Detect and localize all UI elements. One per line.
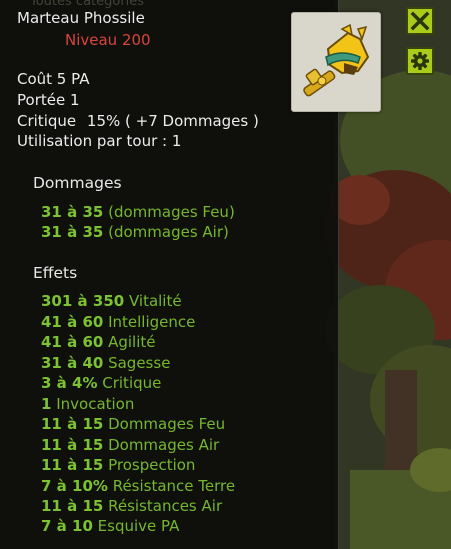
damage-label: (dommages Feu) xyxy=(103,203,235,221)
effect-line: 7 à 10% Résistance Terre xyxy=(41,477,235,495)
damage-line: 31 à 35 (dommages Air) xyxy=(41,223,229,241)
effect-label: Résistance Terre xyxy=(107,477,236,495)
effect-label: Critique xyxy=(97,374,162,392)
item-image-frame xyxy=(291,12,381,112)
effect-line: 1 Invocation xyxy=(41,395,134,413)
close-button[interactable] xyxy=(406,7,434,35)
effect-value: 41 à 60 xyxy=(41,313,104,331)
effect-line: 11 à 15 Dommages Air xyxy=(41,436,219,454)
item-name: Marteau Phossile xyxy=(17,9,145,27)
damage-value: 31 à 35 xyxy=(41,223,104,241)
stat-critical-value: 15% ( +7 Dommages ) xyxy=(86,112,259,130)
effect-value: 31 à 40 xyxy=(41,354,104,372)
stat-usage: Utilisation par tour : 1 xyxy=(17,132,182,150)
damage-value: 31 à 35 xyxy=(41,203,104,221)
effect-value: 3 à 4% xyxy=(41,374,98,392)
effect-value: 7 à 10 xyxy=(41,517,93,535)
effect-label: Sagesse xyxy=(103,354,171,372)
effect-label: Esquive PA xyxy=(92,517,180,535)
effect-label: Résistances Air xyxy=(103,497,223,515)
effect-value: 1 xyxy=(41,395,52,413)
effect-label: Invocation xyxy=(51,395,135,413)
stat-critical-label: Critique xyxy=(17,112,77,130)
effect-value: 11 à 15 xyxy=(41,497,104,515)
effect-value: 7 à 10% xyxy=(41,477,108,495)
damages-title: Dommages xyxy=(33,174,122,192)
damage-line: 31 à 35 (dommages Feu) xyxy=(41,203,235,221)
item-level: Niveau 200 xyxy=(65,31,151,49)
effect-label: Prospection xyxy=(103,456,196,474)
close-icon xyxy=(410,11,430,31)
effects-title: Effets xyxy=(33,264,78,282)
effect-line: 41 à 60 Intelligence xyxy=(41,313,195,331)
stat-critical: Critique 15% ( +7 Dommages ) xyxy=(17,112,259,130)
gear-icon xyxy=(411,52,429,70)
effect-value: 41 à 60 xyxy=(41,333,104,351)
effect-value: 301 à 350 xyxy=(41,292,125,310)
stat-cost: Coût 5 PA xyxy=(17,70,90,88)
effect-line: 11 à 15 Prospection xyxy=(41,456,195,474)
effect-line: 3 à 4% Critique xyxy=(41,374,161,392)
category-dropdown-ghost: Toutes catégories xyxy=(30,0,145,9)
effect-label: Dommages Air xyxy=(103,436,220,454)
effect-label: Dommages Feu xyxy=(103,415,226,433)
hammer-item-icon xyxy=(303,23,370,97)
effect-line: 11 à 15 Résistances Air xyxy=(41,497,222,515)
effect-label: Vitalité xyxy=(124,292,182,310)
effect-label: Agilité xyxy=(103,333,156,351)
effect-line: 41 à 60 Agilité xyxy=(41,333,156,351)
item-tooltip: Toutes catégories Marteau Phossile Nivea… xyxy=(0,0,339,549)
stat-range: Portée 1 xyxy=(17,91,80,109)
effect-value: 11 à 15 xyxy=(41,415,104,433)
effect-label: Intelligence xyxy=(103,313,196,331)
effect-value: 11 à 15 xyxy=(41,456,104,474)
effect-line: 301 à 350 Vitalité xyxy=(41,292,182,310)
settings-button[interactable] xyxy=(406,47,434,75)
effect-line: 11 à 15 Dommages Feu xyxy=(41,415,225,433)
effect-line: 31 à 40 Sagesse xyxy=(41,354,170,372)
effect-line: 7 à 10 Esquive PA xyxy=(41,517,179,535)
damage-label: (dommages Air) xyxy=(103,223,229,241)
effect-value: 11 à 15 xyxy=(41,436,104,454)
